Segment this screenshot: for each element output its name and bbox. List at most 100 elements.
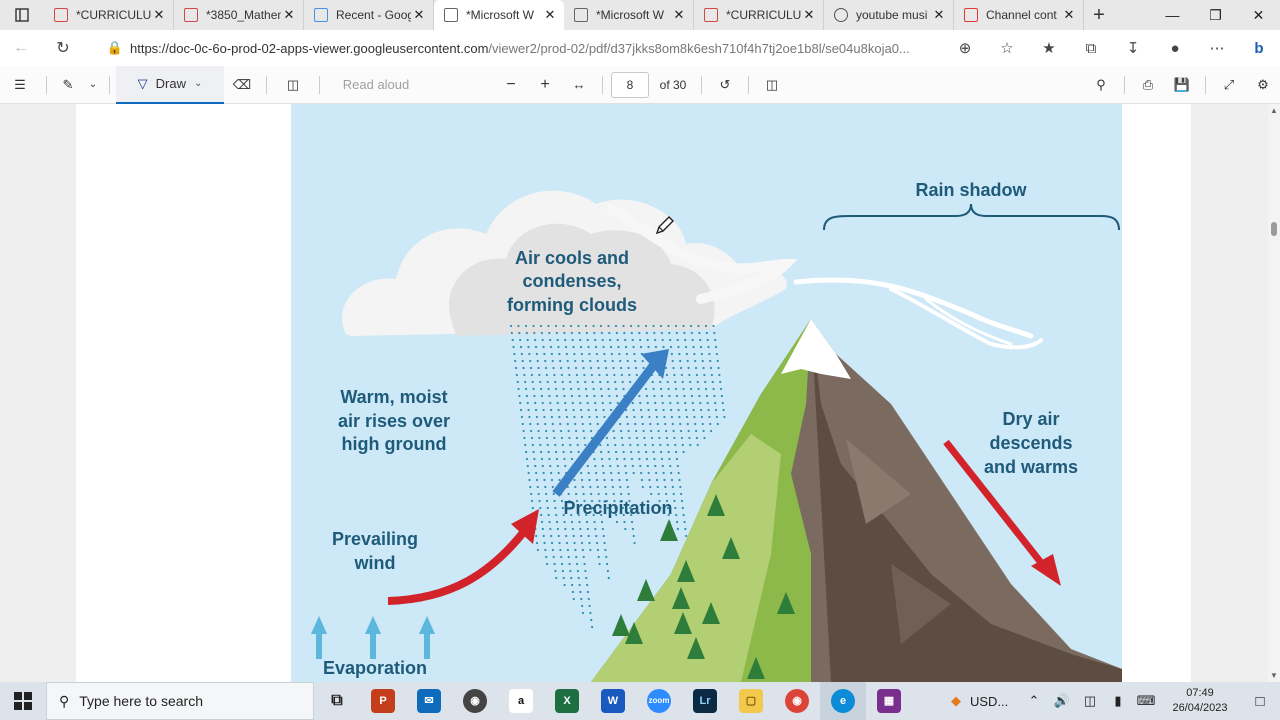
chrome-icon[interactable]: ◉ [774,682,820,720]
settings-icon[interactable]: ⚙ [1246,66,1280,104]
eraser-icon[interactable]: ⌫ [224,66,260,104]
chevron-down-icon[interactable]: ⌄ [83,66,103,104]
meet-now-icon[interactable]: ◫ [1076,693,1104,709]
zoom-out-button[interactable]: − [494,66,528,104]
rain-dot [609,464,612,468]
browser-tab[interactable]: *3850_Mathem ✕ [174,0,304,30]
zoom-in-button[interactable]: + [528,66,562,104]
browser-tab[interactable]: *CURRICULUM✕ [44,0,174,30]
rain-dot [630,520,634,524]
rain-dot [598,562,601,566]
rain-dot [640,471,643,475]
bing-icon[interactable]: b [1238,40,1280,57]
rain-dot [665,429,668,433]
clock[interactable]: 07:49 26/04/2023 [1160,686,1240,716]
file-explorer-icon[interactable]: ▢ [728,682,774,720]
more-icon[interactable]: ⋯ [1196,39,1238,57]
lightroom-icon[interactable]: Lr [682,682,728,720]
keyboard-icon[interactable]: ⌨ [1132,693,1160,709]
task-view-icon[interactable]: ⧉ [314,682,360,720]
fit-page-icon[interactable]: ↔ [562,66,596,104]
add-favorite-icon[interactable]: ☆ [986,39,1028,57]
add-text-icon[interactable]: ◫ [273,66,313,104]
favorites-icon[interactable]: ★ [1028,39,1070,57]
currency-widget-label[interactable]: USD... [970,694,1020,709]
browser-tab[interactable]: youtube musi ✕ [824,0,954,30]
edge-icon[interactable]: e [820,682,866,720]
battery-icon[interactable]: ▮ [1104,693,1132,709]
browser-tab[interactable]: *Microsoft W ✕ [564,0,694,30]
browser-tab[interactable]: *CURRICULUM✕ [694,0,824,30]
rain-dot [654,401,657,405]
rain-dot [548,457,551,461]
close-tab-icon[interactable]: ✕ [281,7,297,23]
rain-dot [676,464,679,468]
downloads-icon[interactable]: ↧ [1112,39,1154,57]
rain-dot [632,471,635,475]
profile-avatar[interactable]: ● [1154,40,1196,57]
rain-dot [619,359,622,363]
zoom-app-icon[interactable]: zoom [636,682,682,720]
rain-dot [568,436,571,440]
close-tab-icon[interactable]: ✕ [801,7,817,23]
read-aloud-button[interactable]: Read aloud [326,66,426,104]
scroll-thumb[interactable] [1271,222,1277,236]
chevron-up-icon[interactable]: ⌃ [1020,693,1048,709]
minimize-button[interactable]: — [1151,0,1194,30]
currency-widget-icon[interactable]: ◆ [942,693,970,709]
pdf-viewer[interactable]: Rain shadow Air cools and condenses, for… [0,104,1268,682]
vertical-scrollbar[interactable]: ▲ ▼ [1268,104,1280,682]
scroll-down-icon[interactable]: ▼ [1268,671,1280,680]
close-tab-icon[interactable]: ✕ [542,7,558,23]
highlight-icon[interactable]: ✎ [53,66,83,104]
rain-dot [550,541,554,545]
amazon-icon[interactable]: a [498,682,544,720]
page-number-input[interactable]: 8 [611,71,649,98]
fullscreen-icon[interactable]: ⤢ [1212,66,1246,104]
tab-actions-button[interactable] [0,0,44,30]
contents-icon[interactable]: ☰ [0,66,40,104]
close-tab-icon[interactable]: ✕ [411,7,427,23]
rain-dot [623,520,626,524]
rain-dot [584,380,587,384]
close-tab-icon[interactable]: ✕ [1061,7,1077,23]
rain-dot [713,394,716,398]
rain-dot [652,387,655,391]
excel-icon[interactable]: X [544,682,590,720]
save-icon[interactable]: 💾 [1165,66,1199,104]
print-icon[interactable]: ⎙ [1131,66,1165,104]
taskbar-search[interactable]: ⚲ Type here to search [46,682,314,720]
rain-dot [677,471,680,475]
scroll-up-icon[interactable]: ▲ [1268,106,1280,115]
start-button[interactable] [0,682,46,720]
page-view-icon[interactable]: ◫ [755,66,789,104]
rain-dot [544,485,547,489]
close-tab-icon[interactable]: ✕ [931,7,947,23]
word-icon[interactable]: W [590,682,636,720]
rain-dot [572,408,575,412]
camera-app-icon[interactable]: ◉ [452,682,498,720]
draw-button[interactable]: ▽ Draw ⌄ [116,65,224,104]
browser-tab[interactable]: Channel cont ✕ [954,0,1084,30]
powerpoint-icon[interactable]: P [360,682,406,720]
rain-dot [609,408,613,412]
new-tab-button[interactable]: + [1084,4,1114,27]
notifications-icon[interactable]: □ [1240,693,1280,710]
divider [46,75,47,94]
volume-icon[interactable]: 🔊 [1048,693,1076,709]
mail-icon[interactable]: ✉ [406,682,452,720]
restore-button[interactable]: ❐ [1194,0,1237,30]
collections-icon[interactable]: ⧉ [1070,40,1112,57]
search-icon[interactable]: ⚲ [1084,66,1118,104]
close-tab-icon[interactable]: ✕ [671,7,687,23]
url-field[interactable]: 🔒 https://doc-0c-6o-prod-02-apps-viewer.… [100,34,1010,62]
close-window-button[interactable]: ✕ [1237,0,1280,30]
browser-tab[interactable]: *Microsoft W ✕ [434,0,564,30]
back-button[interactable]: ← [0,30,42,66]
refresh-button[interactable]: ↻ [42,30,84,66]
zoom-icon[interactable]: ⊕ [944,39,986,57]
close-tab-icon[interactable]: ✕ [151,7,167,23]
browser-tab[interactable]: Recent - Goog ✕ [304,0,434,30]
winrar-icon[interactable]: ▦ [866,682,912,720]
rotate-icon[interactable]: ↺ [708,66,742,104]
